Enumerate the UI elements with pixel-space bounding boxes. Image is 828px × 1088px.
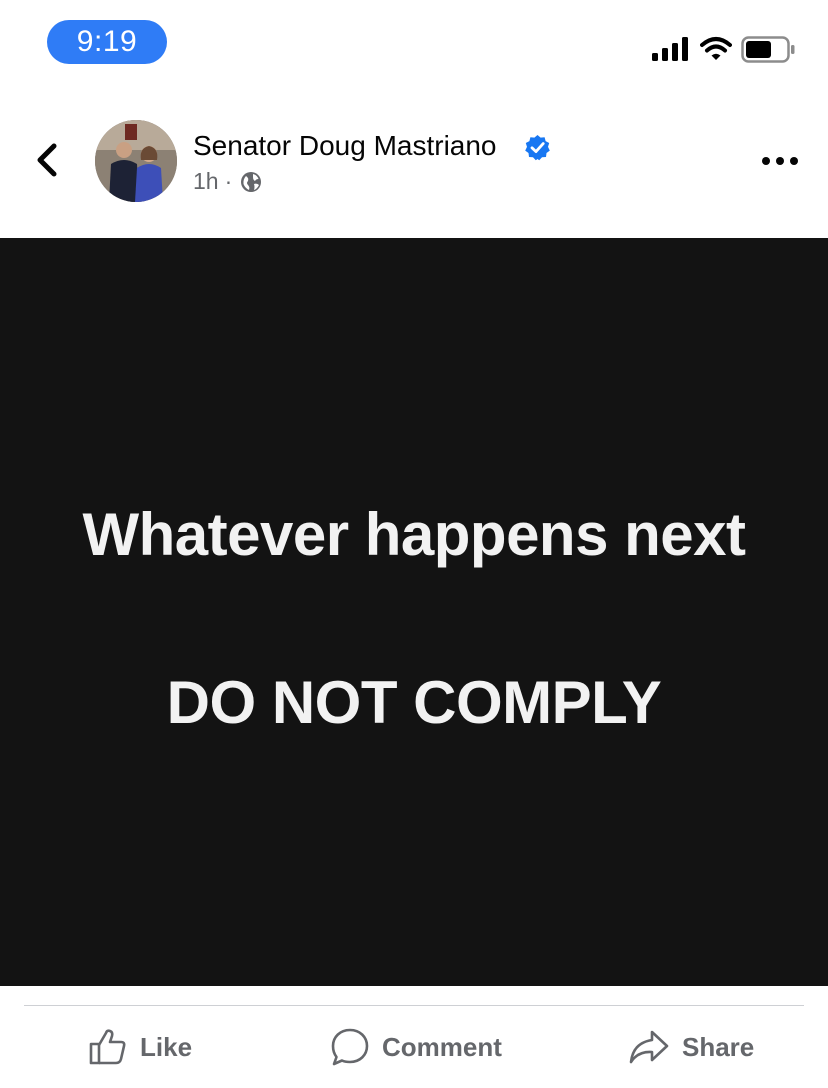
image-text-line1: Whatever happens next xyxy=(82,501,746,568)
share-label: Share xyxy=(682,1031,755,1062)
status-time[interactable]: 9:19 xyxy=(47,20,167,64)
share-arrow-icon xyxy=(629,1030,669,1064)
comment-bubble-icon xyxy=(331,1028,369,1066)
post-meta: 1h · xyxy=(193,168,262,195)
battery-icon xyxy=(741,36,795,63)
status-bar: 9:19 xyxy=(0,0,828,90)
like-label: Like xyxy=(140,1031,193,1062)
comment-label: Comment xyxy=(382,1031,502,1062)
globe-icon xyxy=(241,171,262,192)
back-chevron-icon[interactable] xyxy=(30,138,64,182)
avatar-photo xyxy=(95,120,177,202)
author-avatar[interactable] xyxy=(95,120,177,202)
like-button[interactable]: Like xyxy=(88,1024,192,1070)
author-name[interactable]: Senator Doug Mastriano xyxy=(193,130,497,162)
post-header: Senator Doug Mastriano 1h · xyxy=(0,100,828,238)
wifi-icon xyxy=(700,37,732,60)
meta-separator: · xyxy=(224,168,233,194)
post-time[interactable]: 1h xyxy=(193,168,219,195)
comment-button[interactable]: Comment xyxy=(330,1024,502,1070)
verified-badge-icon xyxy=(525,135,550,161)
action-bar: Like Comment Share xyxy=(0,1006,828,1088)
post-image[interactable]: Whatever happens next DO NOT COMPLY xyxy=(0,238,828,986)
share-button[interactable]: Share xyxy=(628,1024,754,1070)
more-options-icon[interactable] xyxy=(760,154,800,168)
thumbs-up-icon xyxy=(89,1029,126,1065)
image-text-line2: DO NOT COMPLY xyxy=(166,669,662,736)
signal-icon xyxy=(652,37,688,61)
